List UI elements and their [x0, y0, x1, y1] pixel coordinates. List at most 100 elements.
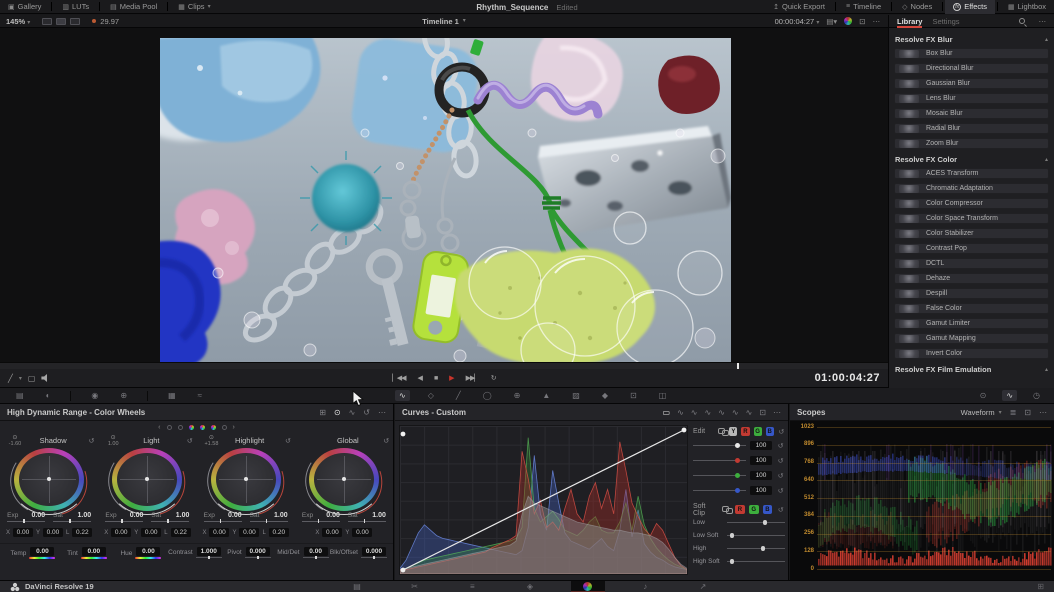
curve-hue-vs-sat-icon[interactable]: ∿ — [691, 408, 698, 417]
fx-item-mosaic-blur[interactable]: Mosaic Blur — [894, 108, 1049, 119]
fx-item-color-space-transform[interactable]: Color Space Transform — [894, 213, 1049, 224]
fx-item-lens-blur[interactable]: Lens Blur — [894, 93, 1049, 104]
fx-item-despill[interactable]: Despill — [894, 288, 1049, 299]
reset-icon[interactable]: ↺ — [80, 437, 94, 445]
transport-stop-button[interactable]: ■ — [434, 375, 437, 382]
curve-gain-slider-3[interactable]: 100↺ — [693, 483, 785, 498]
fx-item-box-blur[interactable]: Box Blur — [894, 48, 1049, 59]
topbar-button-timeline[interactable]: ≡Timeline — [838, 0, 889, 14]
wheels-view-icon[interactable]: ⊙ — [334, 408, 341, 417]
curve-gain-slider-1[interactable]: 100↺ — [693, 453, 785, 468]
hdr-wheels-icon[interactable]: ⊕ — [116, 390, 131, 401]
project-manager-icon[interactable]: ⊞ — [1037, 582, 1054, 591]
topbar-button-quick-export[interactable]: ↥Quick Export — [765, 0, 833, 14]
fx-item-gaussian-blur[interactable]: Gaussian Blur — [894, 78, 1049, 89]
channel-button-b[interactable]: B — [766, 427, 774, 436]
curve-custom-icon[interactable]: ▭ — [663, 408, 671, 417]
fx-item-dctl[interactable]: DCTL — [894, 258, 1049, 269]
audio-mute-icon[interactable] — [41, 374, 50, 382]
control-mid-det[interactable]: Mid/Det0.00 — [276, 547, 330, 558]
fx-item-invert-color[interactable]: Invert Color — [894, 348, 1049, 359]
qualifier-icon[interactable]: ╱ — [452, 390, 465, 401]
reset-icon[interactable]: ↺ — [776, 457, 785, 465]
wheel-page-dot-4[interactable] — [211, 425, 216, 430]
curve-hue-vs-lum-icon[interactable]: ∿ — [704, 408, 711, 417]
control-pivot[interactable]: Pivot0.000 — [222, 547, 276, 558]
page-tab-fusion[interactable]: ◈ — [513, 581, 547, 592]
page-tab-color[interactable] — [571, 581, 605, 592]
transport-loop-button[interactable]: ↻ — [491, 374, 496, 382]
curves-icon[interactable]: ∿ — [395, 390, 410, 401]
fx-section-header-resolve-fx-blur[interactable]: Resolve FX Blur▴ — [895, 33, 1048, 45]
softclip-slider-high[interactable]: High — [693, 542, 785, 555]
wheel-page-dot-2[interactable] — [189, 425, 194, 430]
reset-icon[interactable]: ↺ — [778, 428, 785, 436]
color-viewer-icon[interactable] — [844, 17, 852, 25]
single-viewer-icon[interactable] — [42, 18, 52, 25]
split-viewer-icon[interactable] — [56, 18, 66, 25]
fx-section-header-resolve-fx-color[interactable]: Resolve FX Color▴ — [895, 153, 1048, 165]
clip-still-icon[interactable]: ▤▾ — [826, 17, 837, 26]
curve-sat-vs-sat-icon[interactable]: ∿ — [732, 408, 739, 417]
fx-item-dehaze[interactable]: Dehaze — [894, 273, 1049, 284]
magic-mask-icon[interactable]: ▲ — [538, 390, 554, 401]
reset-icon[interactable]: ↺ — [776, 472, 785, 480]
reset-icon[interactable]: ↺ — [776, 442, 785, 450]
color-wheels-icon[interactable]: ◉ — [87, 390, 102, 401]
fx-item-directional-blur[interactable]: Directional Blur — [894, 63, 1049, 74]
curve-gain-slider-0[interactable]: 100↺ — [693, 438, 785, 453]
wheel-page-dot-1[interactable] — [178, 425, 183, 430]
curve-sat-vs-lum-icon[interactable]: ∿ — [746, 408, 753, 417]
channel-button-g[interactable]: G — [754, 427, 762, 436]
scope-mode-select[interactable]: Waveform ▾ — [961, 408, 1002, 417]
transport-go-to-start-button[interactable]: ▏◀◀ — [392, 374, 405, 382]
fx-section-header-resolve-fx-film-emulation[interactable]: Resolve FX Film Emulation▴ — [895, 363, 1048, 375]
fx-item-zoom-blur[interactable]: Zoom Blur — [894, 138, 1049, 149]
color-wheel-light[interactable] — [112, 448, 182, 511]
softclip-slider-low-soft[interactable]: Low Soft — [693, 529, 785, 542]
page-tab-fairlight[interactable]: ♪ — [628, 581, 662, 592]
scope-expand-icon[interactable]: ⊡ — [1024, 408, 1031, 417]
graph-view-icon[interactable]: ∿ — [349, 408, 356, 417]
wheel-page-dot-5[interactable] — [222, 425, 227, 430]
scope-options-icon[interactable]: ⋯ — [1039, 408, 1047, 417]
reset-palette-icon[interactable]: ↺ — [363, 408, 370, 417]
softclip-channel-r[interactable]: R — [735, 505, 745, 514]
curves-expand-icon[interactable]: ⊡ — [759, 408, 766, 417]
viewer-zoom-select[interactable]: 145% ▾ — [6, 17, 30, 26]
wheel-center-handle[interactable] — [342, 477, 346, 481]
blur-icon[interactable]: ▨ — [568, 390, 584, 401]
fx-item-contrast-pop[interactable]: Contrast Pop — [894, 243, 1049, 254]
scopes-toggle-icon[interactable]: ∿ — [1002, 390, 1017, 401]
color-wheel-shadow[interactable] — [14, 448, 84, 511]
expand-viewer-icon[interactable]: ⊡ — [859, 17, 865, 26]
color-wheel-global[interactable] — [309, 448, 379, 511]
scope-settings-icon[interactable]: ≣ — [1010, 408, 1017, 417]
wheel-page-dot-0[interactable] — [167, 425, 172, 430]
camera-raw-icon[interactable]: ▤ — [12, 390, 28, 401]
fx-item-aces-transform[interactable]: ACES Transform — [894, 168, 1049, 179]
key-icon[interactable]: ◆ — [598, 390, 612, 401]
topbar-button-lightbox[interactable]: ▦Lightbox — [1000, 0, 1054, 14]
page-tab-media[interactable]: ▤ — [340, 581, 374, 592]
reset-icon[interactable]: ↺ — [375, 437, 389, 445]
overlay-tool-icon[interactable]: ▢ — [28, 374, 36, 383]
timeline-select[interactable]: Timeline 1 — [422, 17, 459, 26]
reset-icon[interactable]: ↺ — [776, 487, 785, 495]
tab-library[interactable]: Library — [897, 15, 922, 28]
add-zone-icon[interactable]: ⊞ — [319, 408, 326, 417]
topbar-button-nodes[interactable]: ◇Nodes — [894, 0, 940, 14]
effects-options-icon[interactable]: ⋯ — [1039, 17, 1047, 26]
fx-item-color-stabilizer[interactable]: Color Stabilizer — [894, 228, 1049, 239]
link-channels-icon[interactable] — [718, 428, 725, 435]
transport-step-back-button[interactable]: ◀ — [418, 374, 422, 382]
curve-hue-vs-hue-icon[interactable]: ∿ — [677, 408, 684, 417]
page-tab-cut[interactable]: ✂ — [398, 581, 432, 592]
curve-gain-slider-2[interactable]: 100↺ — [693, 468, 785, 483]
softclip-slider-high-soft[interactable]: High Soft — [693, 555, 785, 568]
color-warper-icon[interactable]: ◇ — [424, 390, 438, 401]
curve-lum-vs-sat-icon[interactable]: ∿ — [718, 408, 725, 417]
color-wheel-highlight[interactable] — [211, 448, 281, 511]
stereo-3d-icon[interactable]: ◫ — [655, 390, 671, 401]
page-tab-edit[interactable]: ≡ — [455, 581, 489, 592]
